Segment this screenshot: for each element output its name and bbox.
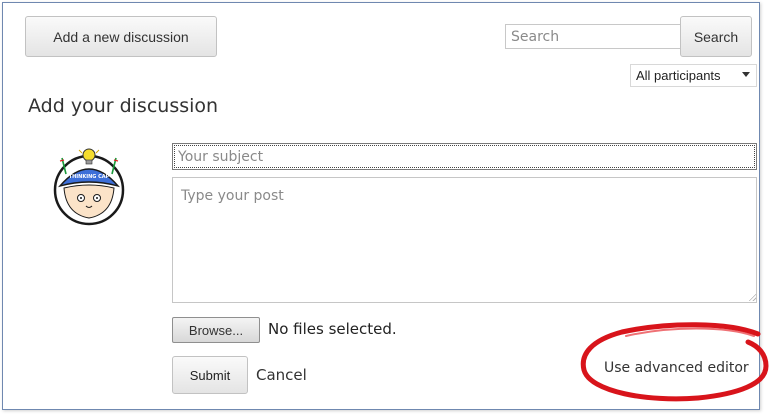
advanced-editor-link[interactable]: Use advanced editor — [604, 360, 749, 376]
cancel-link[interactable]: Cancel — [256, 366, 307, 384]
participants-select-value: All participants — [636, 68, 721, 83]
browse-button[interactable]: Browse... — [172, 317, 260, 343]
page-frame: Add a new discussion Search All particip… — [2, 2, 760, 410]
caret-down-icon — [742, 72, 750, 77]
add-discussion-button[interactable]: Add a new discussion — [25, 16, 217, 57]
search-button[interactable]: Search — [680, 16, 752, 57]
resize-grip-icon[interactable] — [748, 293, 756, 301]
search-input[interactable] — [505, 24, 681, 49]
avatar: THINKING CAP — [53, 148, 125, 226]
file-status: No files selected. — [268, 320, 397, 338]
page-heading: Add your discussion — [28, 95, 219, 117]
subject-input[interactable] — [172, 143, 757, 170]
submit-button[interactable]: Submit — [172, 356, 248, 394]
avatar-cap-text: THINKING CAP — [69, 174, 110, 180]
participants-select[interactable]: All participants — [630, 64, 757, 87]
post-textarea[interactable] — [172, 177, 757, 303]
